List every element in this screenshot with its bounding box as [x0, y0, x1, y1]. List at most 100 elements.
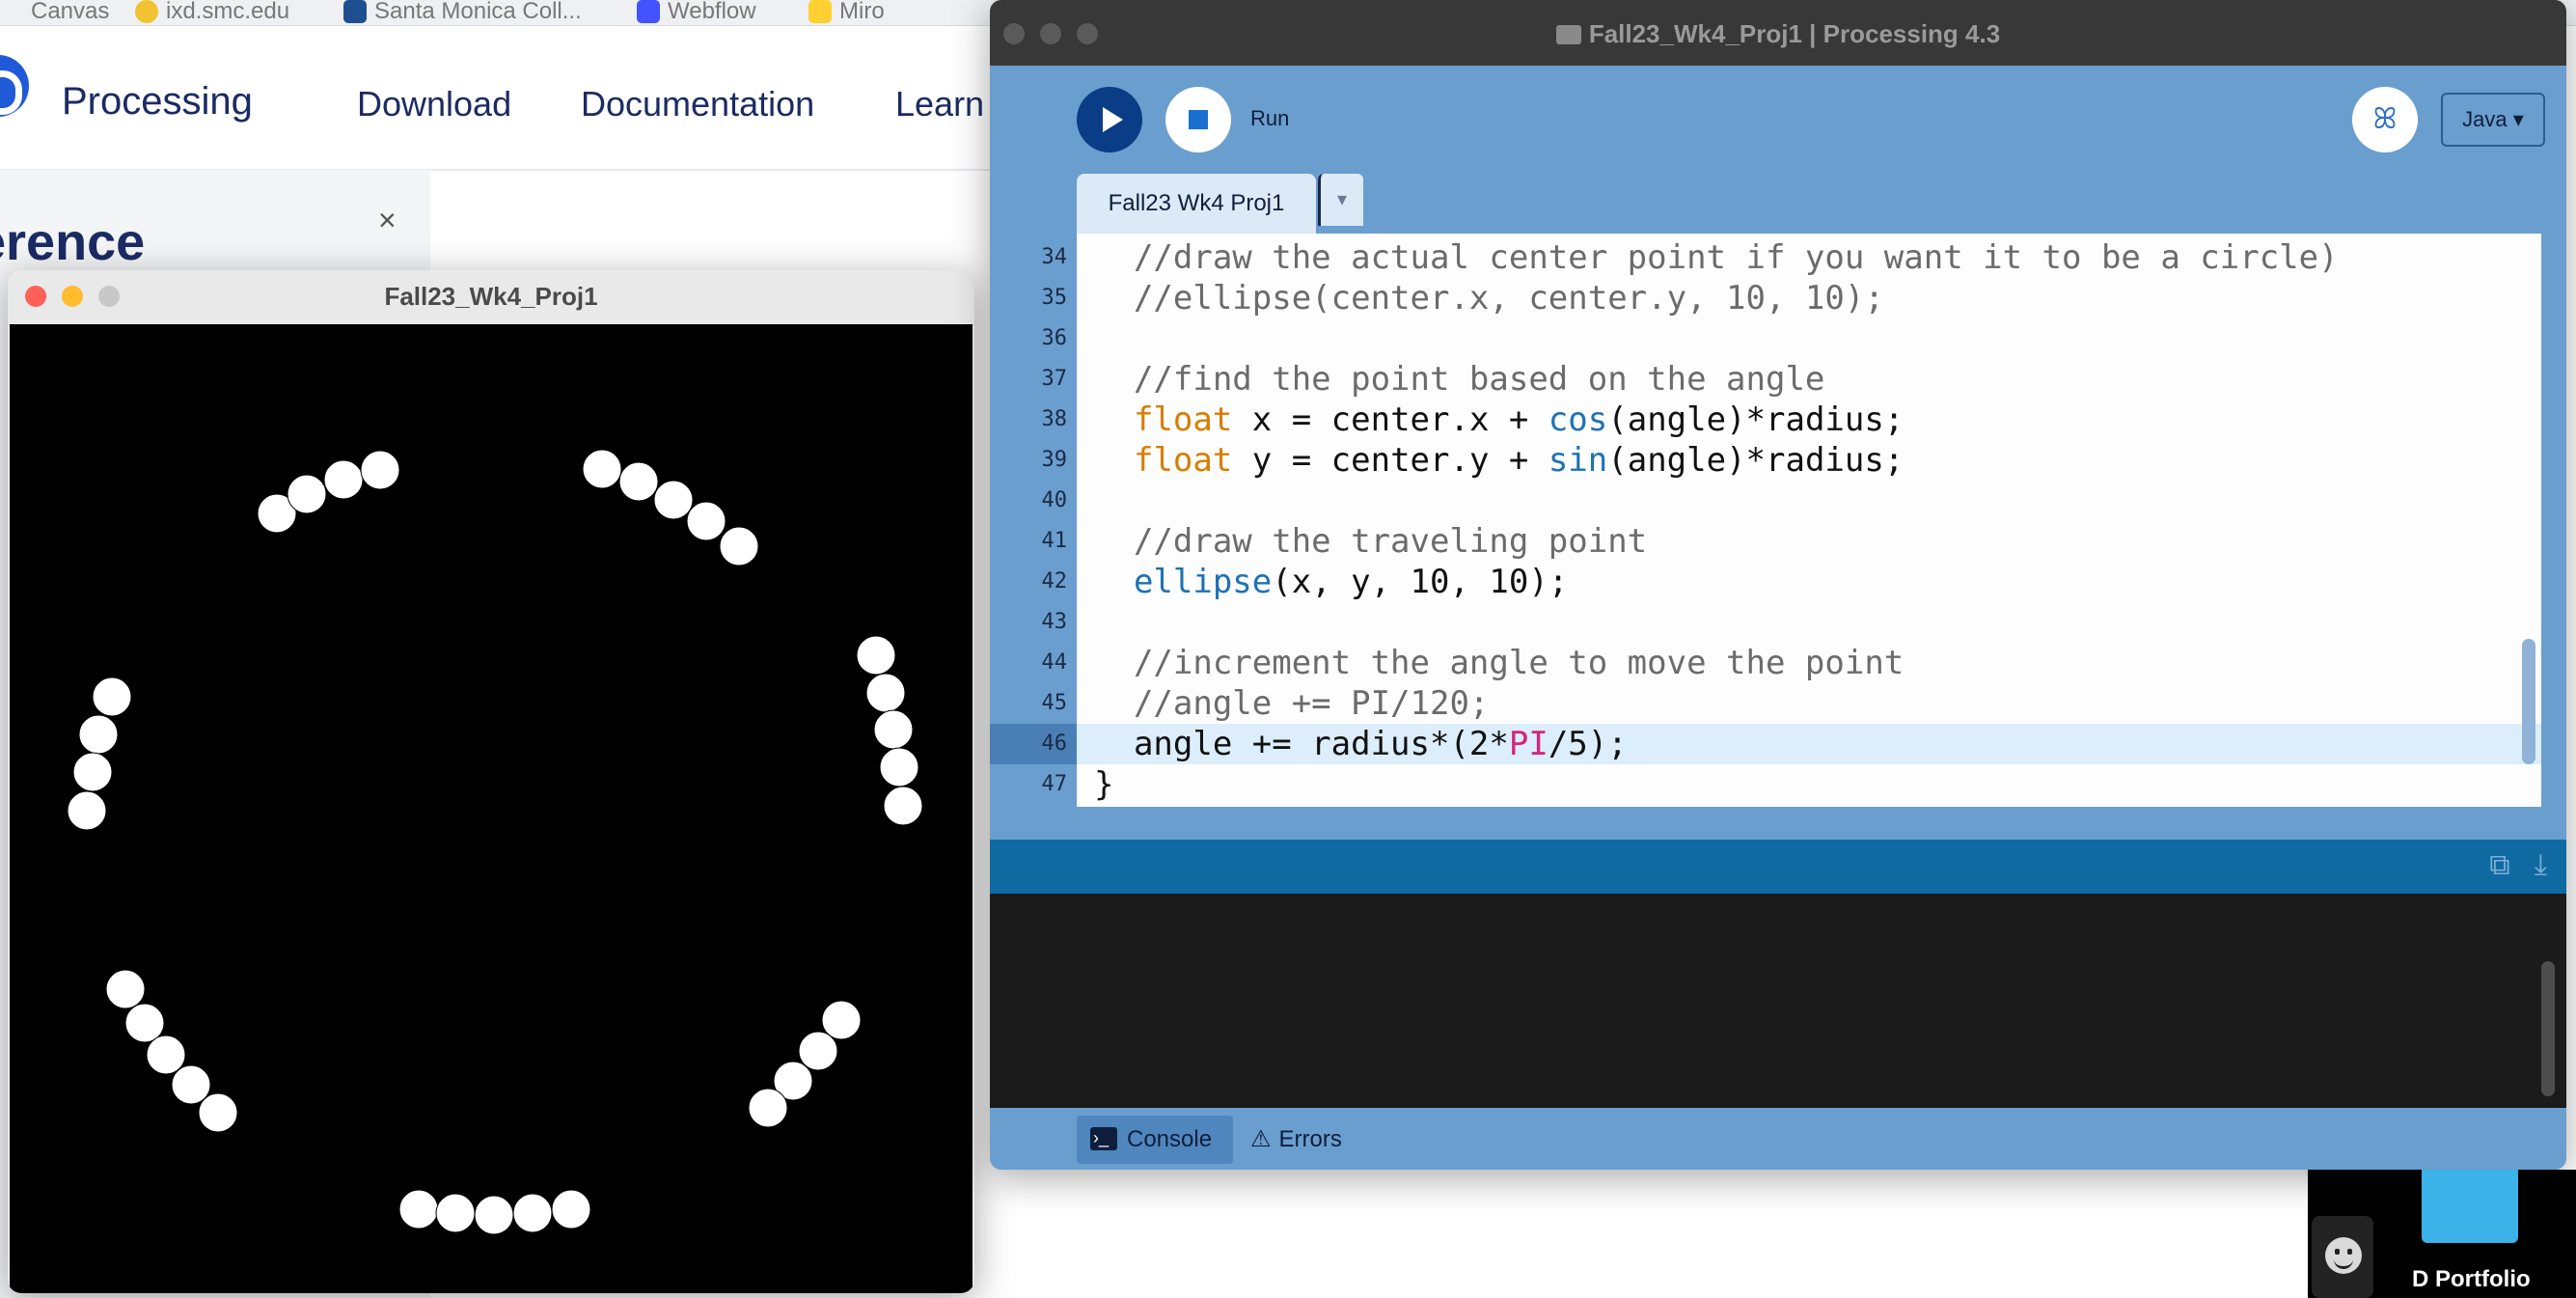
code-token: } — [1094, 765, 1114, 804]
code-line[interactable]: 44 //increment the angle to move the poi… — [990, 643, 2541, 683]
stop-button[interactable] — [1165, 87, 1231, 152]
run-label: Run — [1250, 106, 1290, 130]
point-dot — [873, 709, 914, 750]
bookmark-label: Webflow — [668, 0, 756, 24]
bookmark-ixd[interactable]: ixd.smc.edu — [135, 0, 289, 25]
code-editor[interactable]: 34 //draw the actual center point if you… — [990, 234, 2541, 807]
nav-learn[interactable]: Learn — [895, 84, 984, 124]
code-text: //angle += PI/120; — [1094, 683, 1489, 724]
point-dot — [865, 673, 906, 713]
code-line[interactable]: 39 float y = center.y + sin(angle)*radiu… — [990, 440, 2541, 481]
point-dot — [198, 1092, 238, 1133]
emoji-button[interactable] — [2312, 1216, 2373, 1298]
tab-errors[interactable]: ⚠ Errors — [1250, 1116, 1405, 1164]
copy-console-icon[interactable]: ⧉ — [2489, 849, 2509, 881]
portfolio-label[interactable]: D Portfolio — [2412, 1266, 2531, 1293]
canvas-icon — [0, 0, 23, 23]
code-text: //draw the actual center point if you wa… — [1094, 237, 2339, 278]
site-header: Processing Download Documentation Learn — [0, 26, 994, 171]
code-line[interactable]: 34 //draw the actual center point if you… — [990, 237, 2541, 278]
code-text: angle += radius*(2*PI/5); — [1094, 724, 1628, 764]
code-token: cos — [1548, 400, 1608, 439]
reference-title: erence — [0, 213, 146, 271]
code-text: } — [1094, 764, 1113, 805]
code-token: //ellipse(center.x, center.y, 10, 10); — [1094, 279, 1884, 318]
point-dot — [287, 474, 327, 514]
code-token: //increment the angle to move the point — [1094, 644, 1905, 682]
code-line[interactable]: 45 //angle += PI/120; — [990, 683, 2541, 724]
point-dot — [323, 459, 364, 500]
code-line[interactable]: 43 — [990, 602, 2541, 643]
point-dot — [398, 1189, 439, 1229]
processing-logo-icon[interactable] — [0, 55, 29, 117]
code-line[interactable]: 40 — [990, 481, 2541, 521]
butterfly-icon[interactable]: ꕤ — [2352, 87, 2418, 152]
ide-title-text: Fall23_Wk4_Proj1 | Processing 4.3 — [1588, 19, 2001, 48]
line-number: 39 — [1041, 448, 1068, 472]
folder-icon[interactable] — [2422, 1170, 2518, 1243]
code-token: //angle += PI/120; — [1094, 684, 1490, 723]
run-button[interactable] — [1077, 87, 1142, 152]
bookmark-label: ixd.smc.edu — [166, 0, 290, 24]
point-dot — [821, 1000, 862, 1040]
code-token: (angle)*radius; — [1607, 441, 1905, 480]
console-actions: ⧉ ⤓ — [2489, 849, 2547, 882]
sketch-canvas[interactable] — [10, 324, 973, 1293]
code-line[interactable]: 37 //find the point based on the angle — [990, 359, 2541, 400]
code-line[interactable]: 41 //draw the traveling point — [990, 521, 2541, 562]
code-text: float x = center.x + cos(angle)*radius; — [1094, 400, 1904, 440]
line-number: 35 — [1041, 286, 1068, 310]
ide-titlebar[interactable]: Fall23_Wk4_Proj1 | Processing 4.3 — [990, 0, 2566, 66]
nav-documentation[interactable]: Documentation — [581, 84, 814, 124]
tab-sketch[interactable]: Fall23 Wk4 Proj1 — [1077, 174, 1316, 234]
line-number: 45 — [1041, 691, 1068, 715]
point-dot — [171, 1064, 211, 1105]
tab-menu-arrow[interactable]: ▾ — [1318, 174, 1363, 226]
line-number: 41 — [1041, 529, 1068, 553]
site-brand[interactable]: Processing — [62, 80, 253, 124]
bookmark-webflow[interactable]: Webflow — [637, 0, 756, 25]
nav-download[interactable]: Download — [357, 84, 511, 124]
ide-window: Fall23_Wk4_Proj1 | Processing 4.3 Run ꕤ … — [990, 0, 2566, 1170]
line-number: 47 — [1041, 772, 1068, 796]
tab-console[interactable]: Console — [1077, 1114, 1233, 1164]
line-number: 40 — [1041, 488, 1068, 512]
code-line[interactable]: 42 ellipse(x, y, 10, 10); — [990, 562, 2541, 602]
sketch-titlebar[interactable]: Fall23_Wk4_Proj1 — [8, 270, 974, 325]
code-token: float — [1133, 400, 1233, 439]
code-token: (angle)*radius; — [1607, 400, 1905, 439]
console-label: Console — [1127, 1126, 1213, 1152]
point-dot — [686, 501, 726, 541]
code-token: ellipse — [1133, 563, 1273, 601]
bookmark-smc[interactable]: Santa Monica Coll... — [343, 0, 582, 25]
point-dot — [856, 635, 896, 676]
sketch-drawing — [67, 449, 923, 1235]
point-dot — [879, 747, 919, 787]
line-number: 46 — [1041, 732, 1068, 756]
console-scrollbar[interactable] — [2541, 961, 2555, 1096]
console-output[interactable] — [990, 894, 2566, 1108]
line-number: 43 — [1041, 610, 1068, 634]
code-text: //increment the angle to move the point — [1094, 643, 1904, 683]
smiley-icon — [2325, 1237, 2362, 1274]
code-line[interactable]: 36 — [990, 318, 2541, 359]
editor-scrollbar[interactable] — [2522, 639, 2535, 764]
clear-console-icon[interactable]: ⤓ — [2535, 849, 2547, 881]
code-line[interactable]: 47} — [990, 764, 2541, 805]
code-line[interactable]: 38 float x = center.x + cos(angle)*radiu… — [990, 400, 2541, 440]
code-token: PI — [1508, 725, 1548, 763]
mode-selector[interactable]: Java ▾ — [2441, 93, 2545, 147]
close-icon[interactable]: × — [378, 203, 397, 238]
webflow-icon — [637, 0, 660, 23]
bookmark-canvas[interactable]: Canvas — [0, 0, 109, 25]
code-text: //find the point based on the angle — [1094, 359, 1824, 400]
code-line[interactable]: 35 //ellipse(center.x, center.y, 10, 10)… — [990, 278, 2541, 318]
ide-footer: Console ⚠Errors — [990, 1108, 2566, 1170]
point-dot — [719, 526, 759, 566]
point-dot — [435, 1193, 476, 1233]
ixd-icon — [135, 0, 158, 23]
code-token: y = center.y + — [1232, 441, 1548, 480]
bookmark-miro[interactable]: Miro — [808, 0, 885, 25]
code-line[interactable]: 46 angle += radius*(2*PI/5); — [990, 724, 2541, 764]
